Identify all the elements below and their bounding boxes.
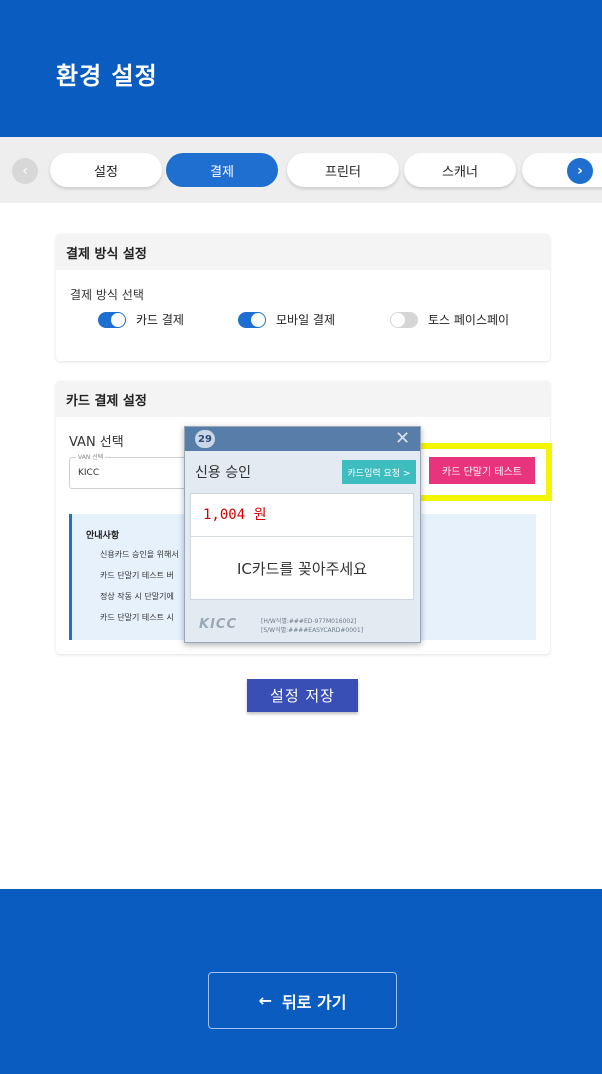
tab-scanner[interactable]: 스캐너: [404, 153, 516, 187]
card-approval-popup: 29 ✕ 신용 승인 카드입력 요청 > 1,004 원 IC카드를 꽂아주세요…: [184, 426, 421, 643]
van-field-value: KICC: [78, 468, 100, 478]
payment-amount: 1,004 원: [203, 507, 267, 523]
card-payment-option: 카드 결제: [98, 311, 184, 328]
toss-facepay-toggle[interactable]: [390, 311, 418, 328]
notice-title: 안내사항: [86, 531, 120, 541]
save-settings-button[interactable]: 설정 저장: [247, 679, 358, 712]
card-payment-toggle[interactable]: [98, 311, 126, 328]
sw-id: [S/W식별:####EASYCARD#0001]: [261, 627, 364, 634]
toss-facepay-label: 토스 페이스페이: [428, 313, 510, 327]
app-footer: ← 뒤로 가기: [0, 889, 602, 1074]
mobile-payment-label: 모바일 결제: [276, 313, 336, 327]
arrow-left-icon: ←: [258, 991, 272, 1010]
notice-line: 카드 단말기 테스트 버: [100, 571, 174, 580]
mobile-payment-toggle[interactable]: [238, 311, 266, 328]
popup-title-bar: 29 ✕: [185, 427, 420, 451]
hw-id: [H/W식별:###ED-977M016002]: [261, 618, 357, 625]
back-button-label: 뒤로 가기: [281, 992, 347, 1012]
payment-method-title: 결제 방식 설정: [56, 234, 550, 270]
page-title: 환경 설정: [56, 62, 158, 90]
app-header: 환경 설정: [0, 0, 602, 137]
tab-payment[interactable]: 결제: [166, 153, 278, 187]
highlight-box: [413, 443, 552, 501]
tab-bar: ‹ 설정 결제 프린터 스캐너 PC ›: [0, 137, 602, 203]
payment-method-select-label: 결제 방식 선택: [70, 288, 144, 302]
tab-printer[interactable]: 프린터: [287, 153, 399, 187]
van-field-floating-label: VAN 선택: [76, 452, 106, 461]
popup-footer: KICC [H/W식별:###ED-977M016002] [S/W식별:###…: [185, 607, 420, 642]
toss-facepay-option: 토스 페이스페이: [390, 311, 509, 328]
notice-line: 정상 작동 시 단말기에: [100, 592, 174, 601]
mobile-payment-option: 모바일 결제: [238, 311, 335, 328]
notice-line: 신용카드 승인을 위해서: [100, 550, 179, 559]
van-select-label: VAN 선택: [69, 435, 124, 450]
manual-card-input-button[interactable]: 카드입력 요청 >: [342, 460, 416, 484]
card-payment-label: 카드 결제: [136, 313, 184, 327]
notice-line: 카드 단말기 테스트 시: [100, 613, 174, 622]
kicc-logo: KICC: [199, 617, 237, 632]
tab-settings[interactable]: 설정: [50, 153, 162, 187]
card-settings-title: 카드 결제 설정: [56, 381, 550, 417]
divider: [191, 536, 413, 537]
popup-countdown-badge: 29: [195, 430, 215, 448]
scroll-right-button[interactable]: ›: [567, 158, 593, 184]
popup-body: 1,004 원 IC카드를 꽂아주세요: [190, 493, 414, 600]
payment-method-card: 결제 방식 설정 결제 방식 선택 카드 결제 모바일 결제 토스 페이스페이: [56, 234, 550, 361]
insert-card-message: IC카드를 꽂아주세요: [236, 560, 368, 578]
back-button[interactable]: ← 뒤로 가기: [208, 972, 397, 1029]
popup-title: 신용 승인: [195, 465, 251, 481]
close-icon[interactable]: ✕: [395, 428, 410, 449]
scroll-left-button[interactable]: ‹: [12, 158, 38, 184]
chevron-right-icon: ›: [577, 163, 583, 179]
chevron-left-icon: ‹: [22, 163, 28, 179]
